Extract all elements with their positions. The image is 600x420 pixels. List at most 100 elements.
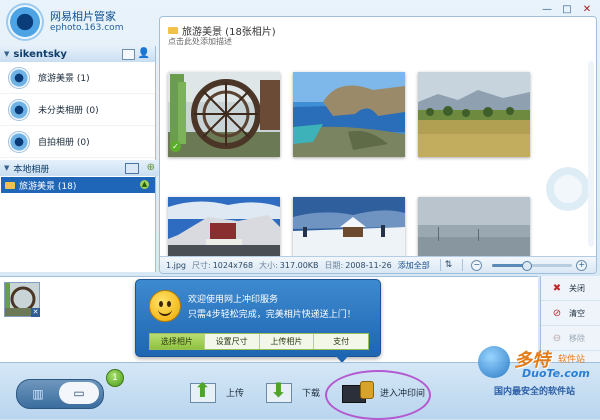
photo-scrollbar[interactable]	[588, 61, 594, 247]
album-lens-icon	[8, 66, 30, 89]
coast-arch-photo	[293, 72, 405, 157]
local-album-item-selected[interactable]: 旅游美景 (18) ▲	[1, 177, 155, 193]
collapse-triangle-icon[interactable]: ▼	[4, 164, 9, 172]
folder-icon	[5, 181, 15, 189]
status-size-label: 尺寸:	[192, 260, 211, 270]
status-divider	[439, 259, 441, 271]
tray-close-label: 关闭	[569, 283, 585, 293]
selected-check-icon: ✓	[170, 141, 181, 152]
left-panel: ▼ sikentsky 👤 旅游美景 (1) 未分类相册 (0) 自拍相册 (0…	[0, 46, 159, 272]
step-set-size[interactable]: 设置尺寸	[205, 334, 260, 349]
step-payment[interactable]: 支付	[314, 334, 368, 349]
zoom-control: − +	[471, 259, 593, 271]
close-window-button[interactable]: ✕	[578, 2, 596, 16]
tray-close-button[interactable]: ✖ 关闭	[541, 276, 600, 301]
photo-thumbnail-meadow[interactable]	[418, 72, 530, 157]
status-size-value: 1024x768	[212, 260, 254, 270]
photo-thumbnail-waterwheel[interactable]	[168, 72, 280, 157]
album-description[interactable]: 点击此处添加描述	[168, 36, 232, 47]
status-filename: 1.jpg	[166, 260, 187, 270]
add-folder-icon[interactable]: ⊕	[147, 162, 155, 173]
sort-arrows-icon[interactable]: ⇅	[445, 260, 453, 270]
step-upload-photos[interactable]: 上传相片	[260, 334, 315, 349]
highlight-ring	[325, 370, 431, 420]
tray-view-icon[interactable]: ▭	[59, 382, 99, 404]
globe-logo-icon	[478, 346, 510, 378]
tray-remove-label: 移除	[569, 333, 585, 343]
tray-count-badge: 1	[106, 369, 124, 387]
status-date-label: 日期:	[324, 260, 344, 270]
close-x-icon: ✖	[552, 282, 562, 294]
upload-icon: ⬆	[186, 377, 220, 407]
online-album-item[interactable]: 旅游美景 (1)	[0, 62, 155, 94]
album-label: 旅游美景 (1)	[38, 74, 90, 84]
photo-thumbnail-coast[interactable]	[293, 72, 405, 157]
download-label: 下载	[302, 388, 321, 399]
tray-clear-label: 清空	[569, 308, 585, 318]
popup-subtitle: 只需4步轻松完成，完美相片快递送上门！	[188, 310, 356, 320]
local-album-label: 旅游美景 (18)	[19, 181, 77, 192]
online-album-item[interactable]: 自拍相册 (0)	[0, 126, 155, 158]
folder-icon	[168, 27, 178, 34]
zoom-in-button[interactable]: +	[576, 259, 588, 271]
account-header[interactable]: ▼ sikentsky 👤	[0, 46, 155, 62]
snow-village-photo	[293, 197, 405, 257]
site-watermark: 多特 软件站 DuoTe.com 国内最安全的软件站	[466, 346, 600, 397]
brand-slogan: 国内最安全的软件站	[494, 387, 576, 397]
misty-sea-photo	[418, 197, 530, 257]
zoom-slider[interactable]	[492, 260, 573, 271]
zoom-slider-handle[interactable]	[521, 260, 532, 271]
brand-site: DuoTe.com	[522, 367, 590, 380]
print-service-popup: 欢迎使用网上冲印服务 只需4步轻松完成，完美相片快递送上门！ 选择相片 设置尺寸…	[135, 279, 381, 357]
app-logo-icon	[6, 3, 44, 41]
local-albums-title: 本地相册	[13, 164, 50, 175]
trash-view-icon[interactable]: ▥	[27, 386, 49, 402]
status-filesize-value: 317.00KB	[279, 260, 319, 270]
album-lens-icon	[8, 98, 30, 121]
collapse-triangle-icon[interactable]: ▼	[4, 50, 9, 58]
logo-watermark-icon	[546, 167, 590, 211]
account-window-icon[interactable]	[122, 49, 135, 60]
photo-status-bar: 1.jpg 尺寸: 1024x768 大小: 317.00KB 日期: 2008…	[160, 256, 596, 273]
maximize-button[interactable]: □	[558, 2, 576, 16]
remove-tray-photo-icon[interactable]: ✕	[31, 308, 40, 317]
album-lens-icon	[8, 130, 30, 153]
view-mode-toggle[interactable]: ▥ ▭	[16, 379, 104, 409]
app-name: 网易相片管家	[50, 10, 116, 23]
palace-photo	[168, 197, 280, 257]
zoom-out-button[interactable]: −	[471, 259, 483, 271]
album-label: 未分类相册 (0)	[38, 106, 99, 116]
photo-thumbnail-misty-sea[interactable]	[418, 197, 530, 257]
photo-browser: 旅游美景 (18张相片) 点击此处添加描述 ✓ 1.jpg 尺寸: 1024x7…	[159, 16, 597, 274]
view-list-icon[interactable]	[125, 163, 139, 174]
status-date-value: 2008-11-26	[345, 260, 392, 270]
album-label: 自拍相册 (0)	[38, 138, 90, 148]
app-domain: ephoto.163.com	[50, 23, 124, 33]
status-divider	[462, 259, 464, 271]
online-album-item[interactable]: 未分类相册 (0)	[0, 94, 155, 126]
print-steps: 选择相片 设置尺寸 上传相片 支付	[149, 333, 369, 350]
app-window: 网易相片管家 ephoto.163.com — □ ✕ ▤ ⚙ ? ▼ sike…	[0, 0, 600, 420]
meadow-photo	[418, 72, 530, 157]
add-all-link[interactable]: 添加全部	[398, 260, 430, 271]
photo-thumbnail-palace[interactable]	[168, 197, 280, 257]
account-username: sikentsky	[13, 48, 67, 60]
upload-arrow-icon[interactable]: ▲	[140, 180, 149, 189]
account-user-icon[interactable]: 👤	[138, 48, 150, 59]
upload-button[interactable]: ⬆ 上传	[186, 375, 244, 409]
step-select-photos[interactable]: 选择相片	[150, 334, 205, 349]
download-icon: ⬇	[262, 377, 296, 407]
smiley-face-icon	[149, 290, 181, 322]
waterwheel-photo	[168, 72, 280, 157]
photo-thumbnail-snow-village[interactable]	[293, 197, 405, 257]
download-button[interactable]: ⬇ 下载	[262, 375, 320, 409]
window-controls: — □ ✕	[538, 2, 596, 16]
status-filesize-label: 大小:	[259, 260, 278, 270]
popup-title: 欢迎使用网上冲印服务	[188, 295, 279, 305]
remove-icon: ⊖	[552, 332, 562, 344]
upload-label: 上传	[226, 388, 245, 399]
tray-clear-button[interactable]: ⊘ 清空	[541, 301, 600, 326]
minimize-button[interactable]: —	[538, 2, 556, 16]
local-albums-header[interactable]: ▼ 本地相册 ⊕	[0, 160, 159, 176]
brand-name-suffix: 软件站	[558, 355, 586, 365]
